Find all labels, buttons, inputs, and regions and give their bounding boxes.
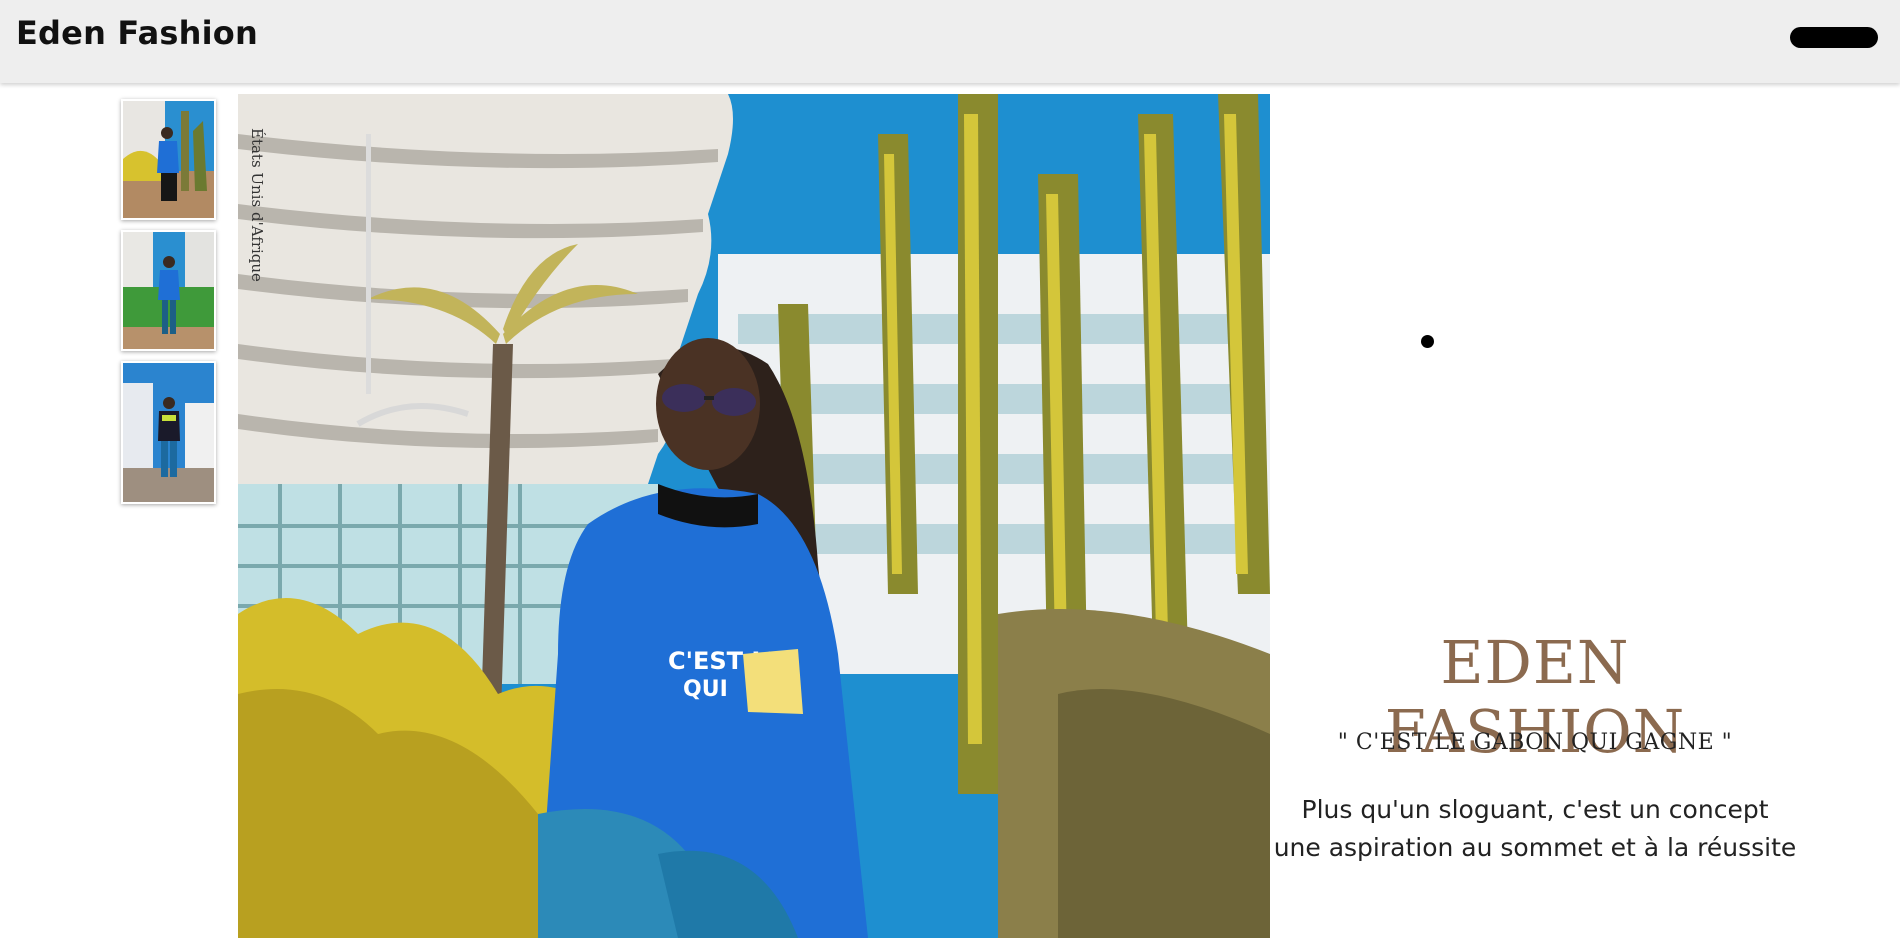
carousel-dot-indicator[interactable] bbox=[1421, 335, 1434, 348]
thumbnail-1-image bbox=[123, 101, 214, 218]
thumbnail-2[interactable] bbox=[121, 230, 216, 351]
svg-text:QUI: QUI bbox=[683, 677, 728, 702]
description-line-1: Plus qu'un sloguant, c'est un concept bbox=[1301, 795, 1769, 824]
thumbnail-3[interactable] bbox=[121, 361, 216, 504]
thumbnail-2-image bbox=[123, 232, 214, 349]
hero-vertical-caption: États Unis d'Afrique bbox=[248, 128, 266, 282]
hero-image: C'EST LE QUI bbox=[238, 94, 1270, 938]
slogan-text: " C'EST LE GABON QUI GAGNE " bbox=[1337, 730, 1733, 755]
description-line-2: une aspiration au sommet et à la réussit… bbox=[1273, 833, 1797, 862]
thumbnail-3-image bbox=[123, 363, 214, 502]
hero-photo-illustration: C'EST LE QUI bbox=[238, 94, 1270, 938]
description-text: Plus qu'un sloguant, c'est un concept un… bbox=[1270, 791, 1800, 867]
top-navbar: Eden Fashion bbox=[0, 0, 1900, 83]
brand-logo-text[interactable]: Eden Fashion bbox=[16, 14, 258, 52]
menu-toggle-button[interactable] bbox=[1790, 27, 1878, 48]
thumbnail-1[interactable] bbox=[121, 99, 216, 220]
